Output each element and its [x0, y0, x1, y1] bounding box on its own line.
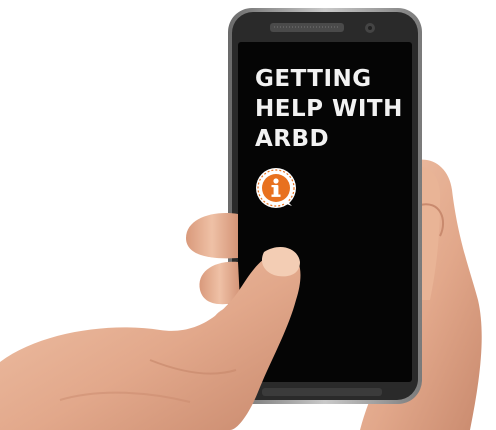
screen-title-line-3: ARBD — [255, 126, 330, 152]
screen-title-line-1: GETTING — [255, 66, 372, 92]
screen-title-line-2: HELP WITH — [255, 96, 403, 122]
phone-photo — [0, 8, 482, 430]
photo-scene: GETTING HELP WITH ARBD — [0, 0, 496, 430]
info-icon — [256, 168, 296, 208]
screen-title: GETTING HELP WITH ARBD — [255, 64, 415, 154]
